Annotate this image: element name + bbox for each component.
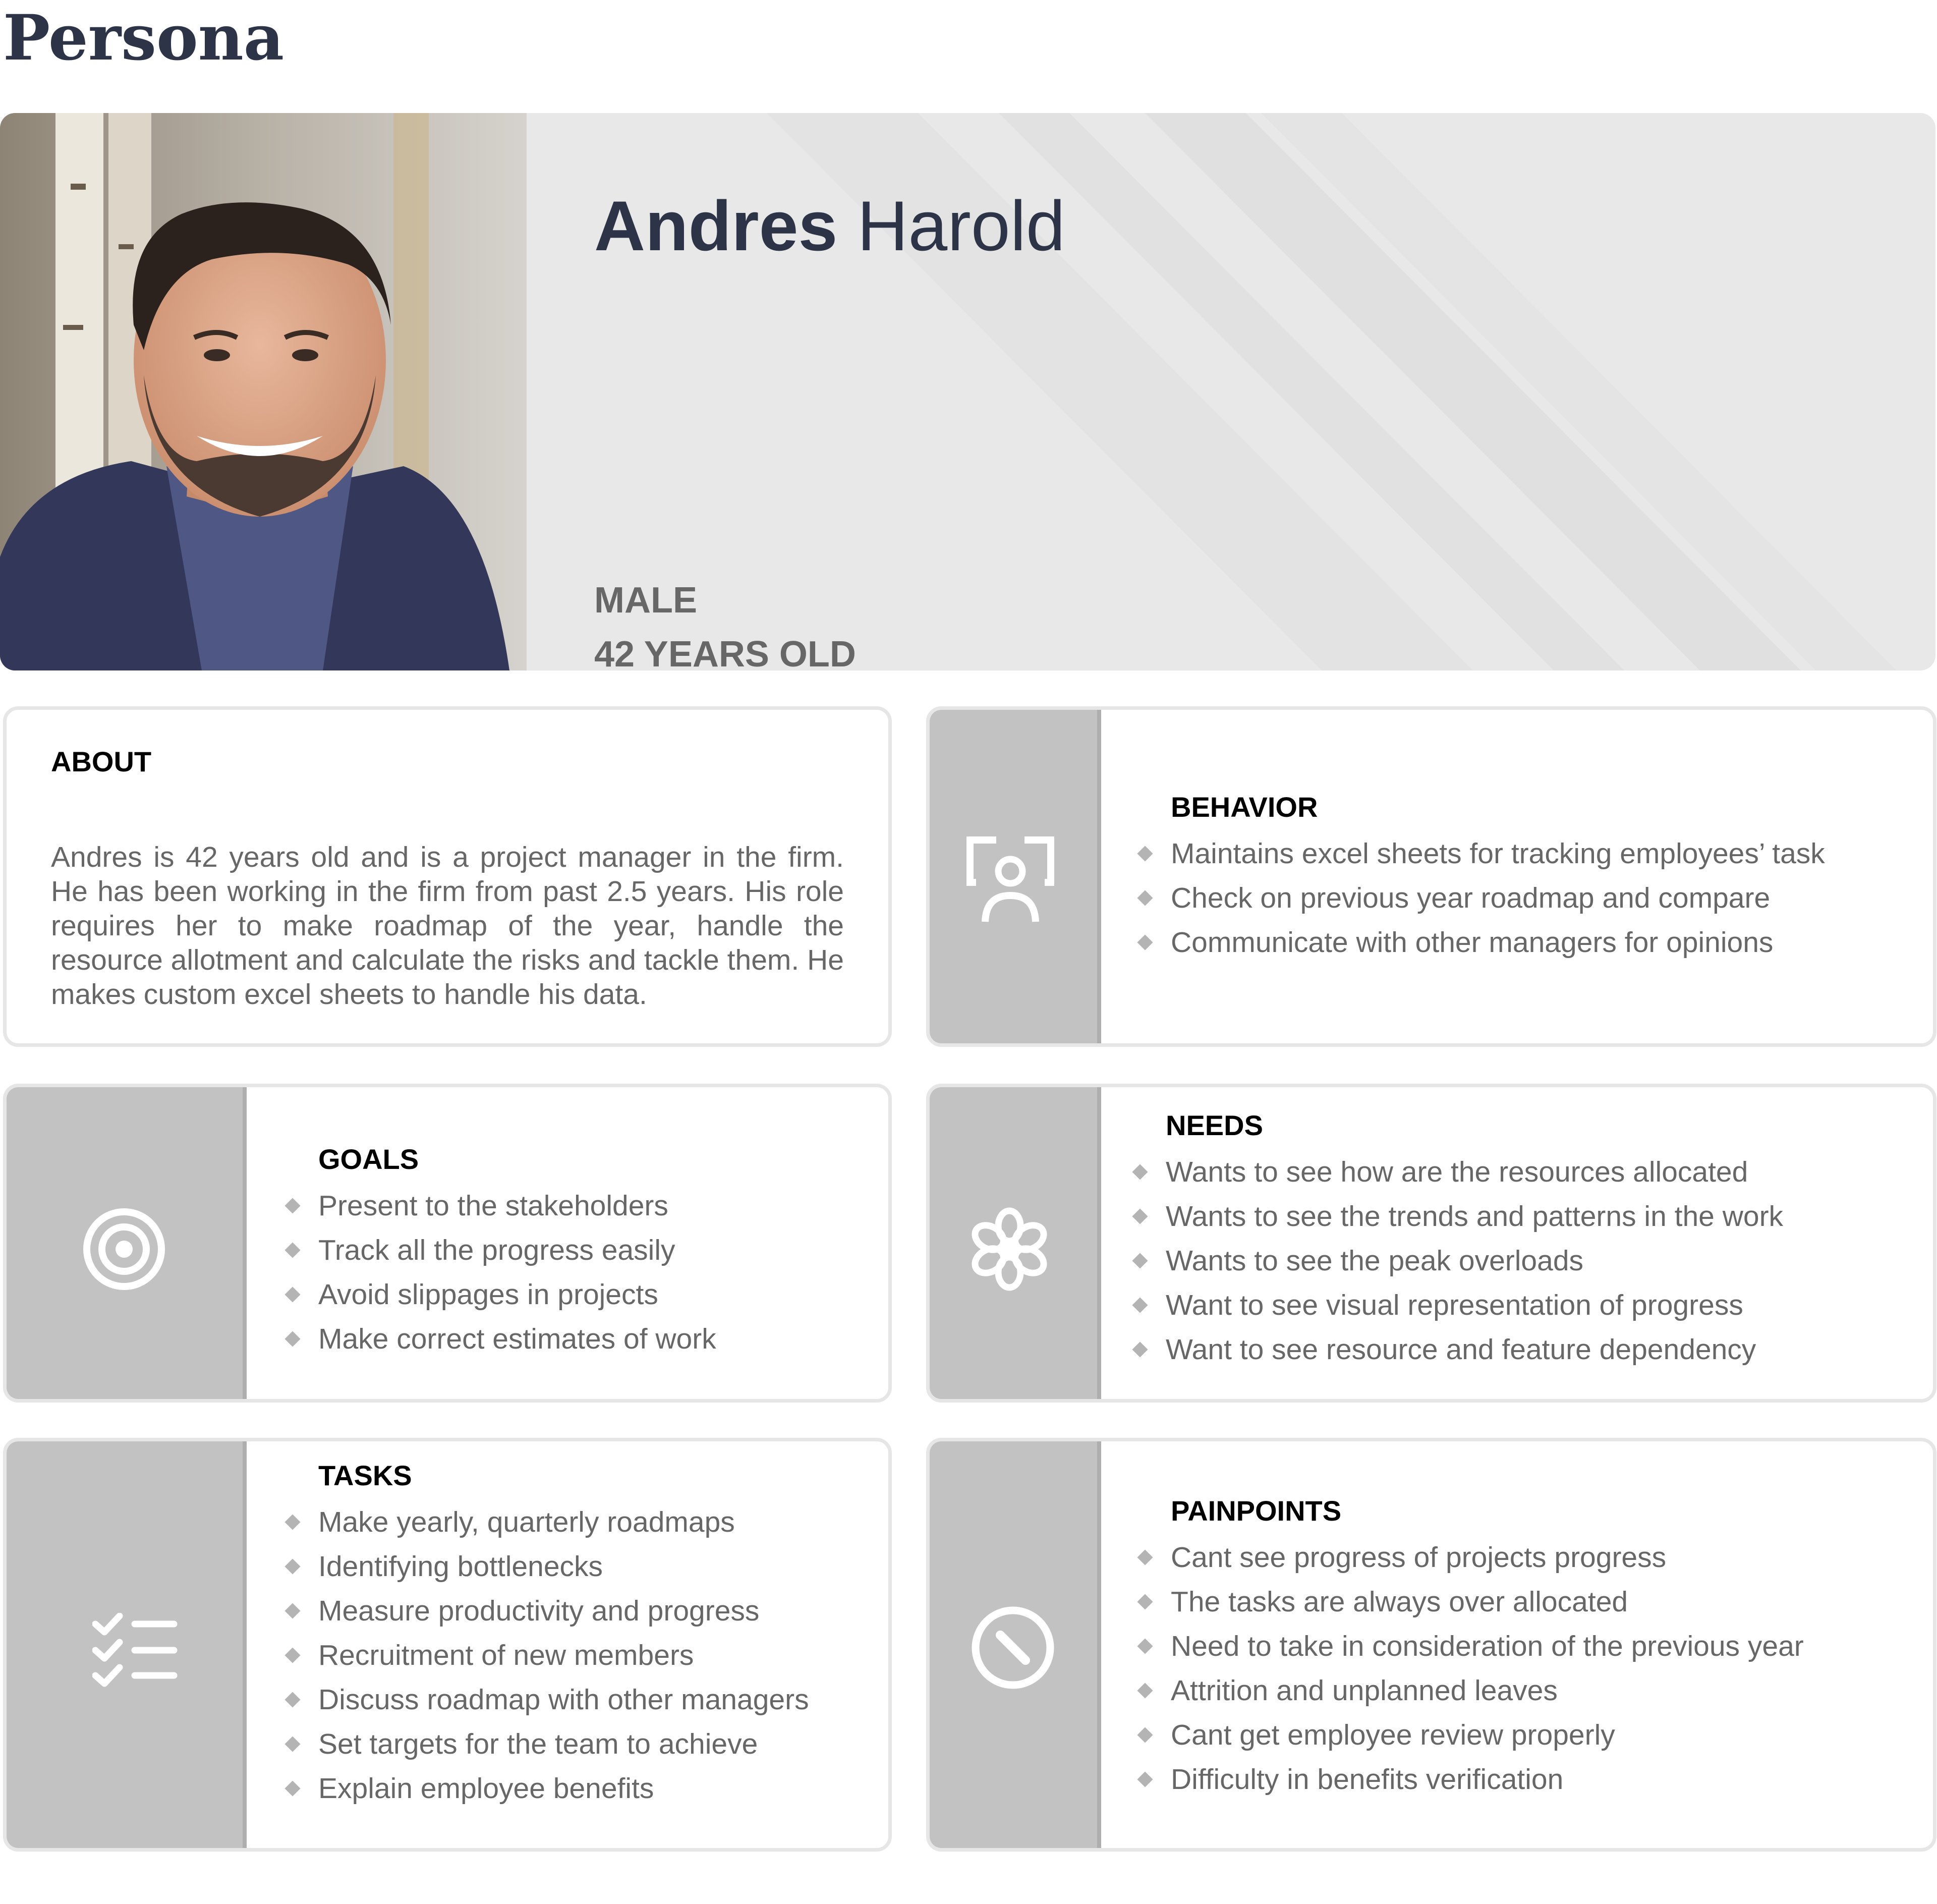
bullet-diamond-icon [284, 1242, 301, 1258]
persona-header: Andres Harold MALE 42 YEARS OLD PROJECT … [0, 113, 1935, 670]
checklist-icon [92, 1613, 178, 1687]
list-item: Wants to see how are the resources alloc… [1132, 1150, 1783, 1194]
about-text: Andres is 42 years old and is a project … [51, 841, 844, 1011]
behavior-card: BEHAVIOR Maintains excel sheets for trac… [926, 706, 1936, 1047]
painpoints-card: PAINPOINTS Cant see progress of projects… [926, 1438, 1936, 1852]
first-name: Andres [594, 186, 838, 265]
list-item: Want to see resource and feature depende… [1132, 1327, 1783, 1372]
behavior-sidebar [930, 710, 1101, 1043]
tasks-card: TASKS Make yearly, quarterly roadmaps Id… [3, 1438, 892, 1852]
list-item: Communicate with other managers for opin… [1137, 920, 1825, 965]
about-title: ABOUT [51, 746, 152, 777]
list-item: Discuss roadmap with other managers [284, 1677, 809, 1722]
list-item: Maintains excel sheets for tracking empl… [1137, 831, 1825, 876]
bullet-diamond-icon [1137, 1594, 1153, 1610]
goals-list: Present to the stakeholders Track all th… [284, 1184, 716, 1361]
blocked-icon [972, 1606, 1054, 1689]
bullet-diamond-icon [284, 1603, 301, 1619]
bullet-diamond-icon [284, 1514, 301, 1530]
portrait-photo [0, 113, 527, 670]
needs-sidebar [930, 1087, 1101, 1399]
bullet-diamond-icon [284, 1647, 301, 1663]
list-item: Measure productivity and progress [284, 1589, 809, 1633]
list-item: Make correct estimates of work [284, 1317, 716, 1361]
bullet-diamond-icon [1132, 1341, 1148, 1358]
list-item: Attrition and unplanned leaves [1137, 1668, 1804, 1713]
goals-title: GOALS [318, 1143, 419, 1175]
presenter-icon [966, 836, 1054, 922]
bullet-diamond-icon [284, 1558, 301, 1575]
goals-sidebar [7, 1087, 247, 1399]
page-title: Persona [3, 2, 284, 75]
bullet-diamond-icon [284, 1331, 301, 1347]
list-item: Explain employee benefits [284, 1766, 809, 1811]
needs-list: Wants to see how are the resources alloc… [1132, 1150, 1783, 1372]
painpoints-title: PAINPOINTS [1171, 1495, 1342, 1527]
bullet-diamond-icon [1137, 846, 1153, 862]
bullet-diamond-icon [1132, 1208, 1148, 1224]
bullet-diamond-icon [1137, 934, 1153, 950]
target-icon [83, 1208, 165, 1290]
list-item: Make yearly, quarterly roadmaps [284, 1500, 809, 1544]
list-item: Avoid slippages in projects [284, 1272, 716, 1317]
about-card: ABOUT Andres is 42 years old and is a pr… [3, 706, 892, 1047]
bullet-diamond-icon [1132, 1253, 1148, 1269]
needs-title: NEEDS [1166, 1109, 1263, 1141]
bullet-diamond-icon [1137, 1771, 1153, 1787]
bullet-diamond-icon [284, 1736, 301, 1752]
list-item: Set targets for the team to achieve [284, 1722, 809, 1766]
list-item: The tasks are always over allocated [1137, 1580, 1804, 1624]
bullet-diamond-icon [1137, 1549, 1153, 1565]
list-item: Wants to see the peak overloads [1132, 1239, 1783, 1283]
persona-name: Andres Harold [594, 184, 1065, 268]
bullet-diamond-icon [1137, 1683, 1153, 1699]
list-item: Cant see progress of projects progress [1137, 1535, 1804, 1580]
list-item: Want to see visual representation of pro… [1132, 1283, 1783, 1327]
flower-icon [972, 1207, 1047, 1291]
bullet-diamond-icon [1132, 1297, 1148, 1313]
list-item: Difficulty in benefits verification [1137, 1757, 1804, 1802]
list-item: Track all the progress easily [284, 1228, 716, 1272]
persona-photo [0, 113, 527, 670]
last-name: Harold [857, 186, 1065, 265]
bullet-diamond-icon [284, 1198, 301, 1214]
list-item: Recruitment of new members [284, 1633, 809, 1677]
bullet-diamond-icon [1137, 890, 1153, 906]
persona-gender: MALE [594, 580, 697, 621]
behavior-title: BEHAVIOR [1171, 791, 1318, 823]
painpoints-list: Cant see progress of projects progress T… [1137, 1535, 1804, 1802]
tasks-list: Make yearly, quarterly roadmaps Identify… [284, 1500, 809, 1811]
tasks-sidebar [7, 1441, 247, 1848]
tasks-title: TASKS [318, 1460, 412, 1491]
list-item: Check on previous year roadmap and compa… [1137, 876, 1825, 920]
goals-card: GOALS Present to the stakeholders Track … [3, 1084, 892, 1403]
list-item: Wants to see the trends and patterns in … [1132, 1194, 1783, 1239]
bullet-diamond-icon [284, 1692, 301, 1708]
painpoints-sidebar [930, 1441, 1101, 1848]
bullet-diamond-icon [1137, 1638, 1153, 1654]
bullet-diamond-icon [284, 1286, 301, 1303]
bullet-diamond-icon [1137, 1727, 1153, 1743]
behavior-list: Maintains excel sheets for tracking empl… [1137, 831, 1825, 965]
persona-age: 42 YEARS OLD [594, 634, 856, 670]
needs-card: NEEDS Wants to see how are the resources… [926, 1084, 1936, 1403]
list-item: Identifying bottlenecks [284, 1544, 809, 1589]
bullet-diamond-icon [1132, 1164, 1148, 1180]
list-item: Need to take in consideration of the pre… [1137, 1624, 1804, 1668]
bullet-diamond-icon [284, 1780, 301, 1797]
list-item: Cant get employee review properly [1137, 1713, 1804, 1757]
list-item: Present to the stakeholders [284, 1184, 716, 1228]
